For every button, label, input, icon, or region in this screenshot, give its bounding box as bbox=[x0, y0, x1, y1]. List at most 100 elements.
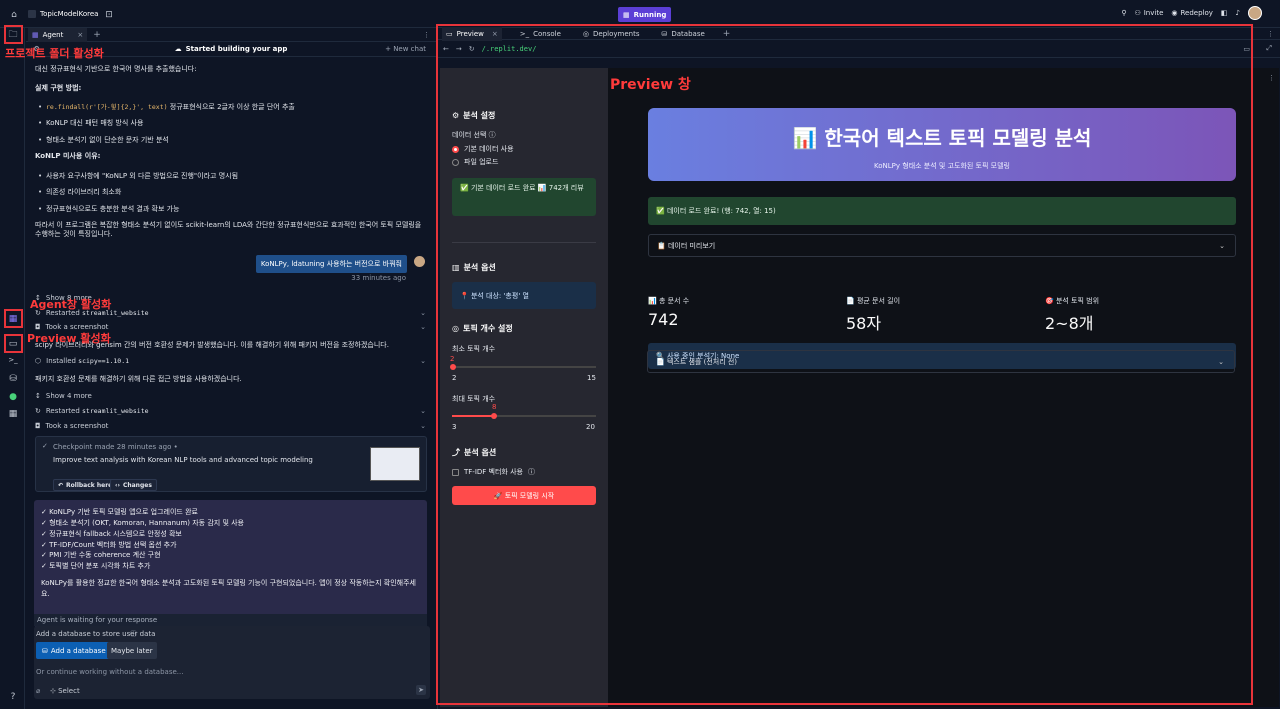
summary-item: ✓ KoNLPy 기반 토픽 모델링 앱으로 업그레이드 완료 bbox=[41, 508, 198, 516]
rollback-icon: ↶ bbox=[58, 481, 64, 489]
sparkle-icon: ☁ bbox=[174, 45, 182, 53]
banner-text: Started building your app bbox=[185, 45, 288, 53]
camera-icon: ◘ bbox=[35, 421, 41, 430]
project-settings-icon[interactable]: ⊡ bbox=[102, 8, 116, 22]
screenshot-label: Took a screenshot bbox=[45, 421, 109, 430]
broadcast-icon: ◉ bbox=[1171, 9, 1178, 17]
add-tab-icon[interactable]: + bbox=[93, 30, 101, 40]
agent-tabs: ▦ Agent × + ⋮ bbox=[26, 27, 436, 42]
home-icon[interactable]: ⌂ bbox=[7, 8, 21, 22]
files-annotation: 프로젝트 폴더 활성화 bbox=[5, 47, 104, 60]
package-icon: ⬡ bbox=[35, 356, 42, 365]
shell-icon[interactable]: >_ bbox=[6, 353, 20, 367]
left-rail: 🗀 ▦ ▭ >_ ⛁ ● ▦ ? bbox=[0, 28, 25, 709]
impl-list: re.findall(r'[가-힣]{2,}', text) 정규표현식으로 2… bbox=[35, 102, 426, 146]
agent-tab-label: Agent bbox=[42, 30, 64, 39]
restart-action-2[interactable]: ↻ Restarted streamlit_website ⌄ bbox=[35, 404, 426, 417]
running-status[interactable]: ▦ Running bbox=[618, 7, 672, 22]
changes-button[interactable]: ‹› Changes bbox=[110, 479, 157, 491]
help-icon[interactable]: ? bbox=[6, 690, 20, 704]
workflow-name: streamlit_website bbox=[82, 406, 149, 415]
invite-label: Invite bbox=[1143, 9, 1164, 17]
chevron-down-icon: ⌄ bbox=[420, 406, 426, 415]
rollback-label: Rollback here bbox=[66, 481, 113, 489]
top-right-actions: ⚲ ⚇ Invite ◉ Redeploy ◧ ♪ bbox=[1121, 6, 1262, 20]
agent-message-1: 대신 정규표현식 기반으로 한국어 명사를 추출했습니다: 실제 구현 방법: … bbox=[35, 65, 426, 240]
checkpoint-thumbnail[interactable] bbox=[370, 447, 420, 481]
summary-item: ✓ 정규표현식 fallback 시스템으로 안정성 확보 bbox=[41, 529, 182, 538]
avatar[interactable] bbox=[1248, 6, 1262, 20]
main-menu-icon[interactable]: ⋮ bbox=[1268, 74, 1275, 82]
screenshot-action-2[interactable]: ◘ Took a screenshot ⌄ bbox=[35, 419, 426, 432]
close-icon[interactable]: × bbox=[77, 31, 83, 39]
list-item: re.findall(r'[가-힣]{2,}', text) 정규표현식으로 2… bbox=[35, 102, 426, 113]
list-item: 형태소 분석기 없이 단순한 문자 기반 분석 bbox=[35, 136, 426, 146]
install-action[interactable]: ⬡ Installed scipy==1.10.1 ⌄ bbox=[35, 354, 426, 367]
summary-item: ✓ 토픽별 단어 분포 시각화 차트 추가 bbox=[41, 562, 151, 571]
project-logo bbox=[28, 10, 36, 18]
info-icon: ⓘ bbox=[130, 630, 137, 638]
search-icon[interactable]: ⚲ bbox=[1121, 9, 1126, 17]
agent-annotation: Agent창 활성화 bbox=[30, 298, 112, 311]
summary-message: ✓ KoNLPy 기반 토픽 모델링 앱으로 업그레이드 완료 ✓ 형태소 분석… bbox=[34, 500, 427, 627]
list-item: KoNLP 대신 패턴 매칭 방식 사용 bbox=[35, 119, 426, 129]
send-icon[interactable]: ➤ bbox=[416, 685, 426, 695]
checkpoint-card: ✓ Checkpoint made 28 minutes ago • Impro… bbox=[35, 436, 427, 492]
database-icon[interactable]: ⛁ bbox=[6, 372, 20, 386]
conclusion-text: 따라서 이 프로그램은 복잡한 형태소 분석기 없이도 scikit-learn… bbox=[35, 220, 422, 239]
more-icon[interactable]: ⋮ bbox=[423, 31, 430, 39]
rollback-button[interactable]: ↶ Rollback here bbox=[53, 479, 118, 491]
code-icon: ‹› bbox=[115, 481, 120, 489]
checkpoint-meta: Checkpoint made 28 minutes ago • bbox=[53, 443, 178, 451]
tab-agent[interactable]: ▦ Agent × bbox=[28, 27, 88, 42]
add-database-button[interactable]: ⛁ Add a database bbox=[36, 642, 112, 659]
layout-icon[interactable]: ◧ bbox=[1221, 9, 1228, 17]
waiting-status: Agent is waiting for your response bbox=[34, 614, 427, 626]
database-icon: ⛁ bbox=[42, 646, 48, 655]
deploy-icon[interactable]: ● bbox=[6, 390, 20, 404]
more-icon[interactable]: ⋮ bbox=[1267, 30, 1274, 38]
person-plus-icon: ⚇ bbox=[1134, 9, 1141, 17]
regex-code: re.findall(r'[가-힣]{2,}', text) bbox=[46, 102, 168, 111]
reason-title: KoNLP 미사용 이유: bbox=[35, 152, 101, 161]
summary-item: ✓ PMI 기반 수동 coherence 계산 구현 bbox=[41, 551, 161, 560]
impl-title: 실제 구현 방법: bbox=[35, 84, 82, 93]
summary-item: ✓ TF-IDF/Count 벡터화 방법 선택 옵션 추가 bbox=[41, 540, 177, 549]
chevron-down-icon: ⌄ bbox=[420, 356, 426, 365]
invite-button[interactable]: ⚇ Invite bbox=[1134, 9, 1163, 17]
tools-icon[interactable]: ▦ bbox=[6, 407, 20, 421]
select-label: Select bbox=[58, 687, 80, 695]
open-new-icon[interactable]: ⤢ bbox=[1266, 44, 1272, 53]
preview-btn-annotation: Preview 활성화 bbox=[27, 332, 111, 345]
list-item: 정규표현식으로도 충분한 분석 결과 확보 가능 bbox=[35, 205, 426, 215]
select-button[interactable]: ⊹ Select bbox=[50, 687, 80, 695]
package-name: scipy==1.10.1 bbox=[78, 356, 130, 365]
chevron-down-icon: ⌄ bbox=[420, 308, 426, 317]
new-chat-button[interactable]: + New chat bbox=[385, 45, 426, 53]
bell-icon[interactable]: ♪ bbox=[1236, 9, 1240, 17]
show-more-2[interactable]: ↕ Show 4 more bbox=[35, 389, 426, 402]
redeploy-button[interactable]: ◉ Redeploy bbox=[1171, 9, 1213, 17]
summary-item: ✓ 형태소 분석기 (OKT, Komoran, Hannanum) 자동 감지… bbox=[41, 518, 244, 527]
restart-label: Restarted bbox=[45, 406, 83, 415]
project-name[interactable]: TopicModelKorea bbox=[40, 10, 98, 18]
agent-tab-icon: ▦ bbox=[32, 30, 39, 39]
reason-list: 사용자 요구사항에 "KoNLP 외 다른 방법으로 진행"이라고 명시됨 의존… bbox=[35, 172, 426, 215]
changes-label: Changes bbox=[122, 481, 152, 489]
maybe-later-button[interactable]: Maybe later bbox=[107, 642, 157, 659]
attach-icon[interactable]: ⌀ bbox=[36, 687, 40, 695]
composer: Add a database to store user data ⓘ ⛁ Add… bbox=[34, 626, 430, 699]
chevron-down-icon: ⌄ bbox=[420, 322, 426, 331]
expand-icon: ↕ bbox=[35, 391, 41, 400]
message-time: 33 minutes ago bbox=[351, 274, 406, 282]
chat-input[interactable]: Or continue working without a database..… bbox=[36, 668, 416, 676]
show-more-label: Show 4 more bbox=[45, 391, 92, 400]
list-item: 의존성 라이브러리 최소화 bbox=[35, 188, 426, 198]
redeploy-label: Redeploy bbox=[1180, 9, 1213, 17]
grid-icon: ▦ bbox=[623, 10, 630, 19]
agent-panel: ▦ Agent × + ⋮ ⏲ ☁ Started building your … bbox=[26, 27, 436, 709]
running-label: Running bbox=[633, 10, 667, 19]
restart-icon: ↻ bbox=[35, 406, 41, 415]
compat-message: 패키지 호환성 문제를 해결하기 위해 다른 접근 방법을 사용하겠습니다. bbox=[35, 375, 242, 383]
preview-btn-highlight-box bbox=[4, 334, 23, 353]
